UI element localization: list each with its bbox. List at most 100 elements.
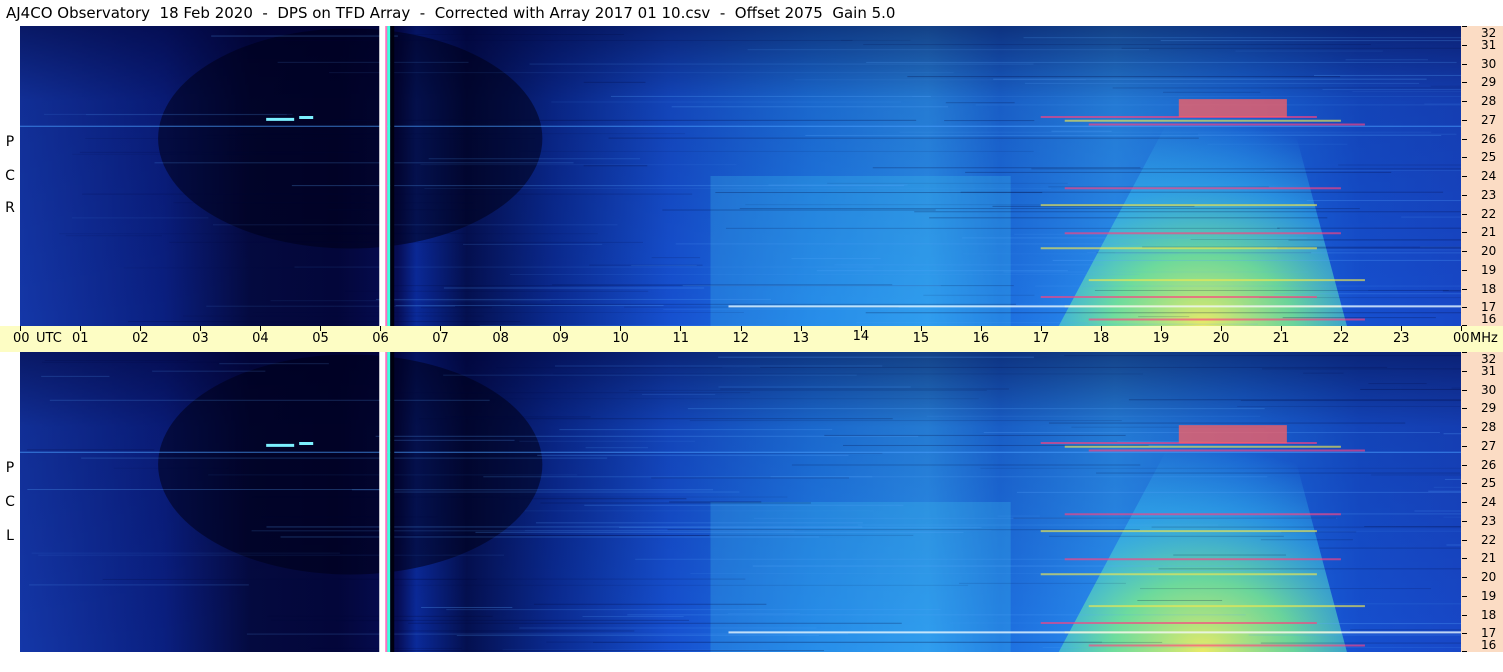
rfi-stripe: [929, 217, 1328, 219]
rfi-stripe: [72, 217, 209, 219]
freq-tick-label: 21: [1481, 551, 1497, 566]
time-tick-label: 04: [252, 331, 269, 346]
freq-tick: [1462, 352, 1467, 353]
rfi-stripe: [1260, 539, 1353, 541]
rfi-stripe: [375, 435, 919, 437]
spot-signal: [299, 442, 314, 445]
freq-tick: [1462, 483, 1467, 485]
rfi-stripe: [1163, 91, 1261, 93]
time-tick-label: 05: [312, 331, 329, 346]
rfi-stripe: [551, 101, 902, 103]
freq-tick: [1462, 307, 1467, 309]
spectrogram-svg: [20, 352, 1461, 652]
gap-edge-magenta: [385, 26, 388, 326]
rfi-stripe: [689, 420, 1122, 422]
rfi-stripe: [475, 531, 964, 533]
time-tick-label: 14: [852, 329, 870, 344]
rfi-stripe: [926, 415, 1261, 417]
rfi-stripe: [65, 235, 162, 237]
freq-tick-label: 25: [1481, 476, 1497, 491]
rfi-stripe: [510, 274, 1140, 276]
rcp-label-c: C: [5, 168, 15, 184]
rfi-stripe: [1282, 317, 1436, 319]
time-tick-label: 01: [72, 331, 89, 346]
rfi-stripe: [663, 308, 925, 310]
rfi-stripe: [1024, 82, 1420, 84]
rfi-stripe: [519, 440, 696, 442]
rfi-stripe: [351, 489, 714, 491]
rfi-stripe: [540, 502, 811, 504]
freq-tick-label: 30: [1481, 382, 1497, 397]
rfi-stripe: [1031, 168, 1461, 170]
rfi-stripe: [420, 307, 492, 309]
freq-tick: [1462, 633, 1467, 635]
signal-line: [1088, 279, 1365, 282]
rfi-stripe: [421, 606, 513, 608]
rfi-stripe: [1338, 164, 1461, 166]
time-tick-label: 08: [492, 331, 509, 346]
freq-tick-label: 27: [1481, 112, 1497, 127]
freq-tick: [1462, 26, 1467, 27]
emission-cluster: [1178, 425, 1287, 444]
freq-tick-label: 29: [1481, 75, 1497, 90]
rfi-stripe: [1277, 227, 1461, 229]
rfi-stripe: [524, 510, 874, 512]
rfi-stripe: [44, 360, 188, 362]
freq-tick: [1462, 408, 1467, 410]
rfi-stripe: [997, 515, 1040, 517]
lcp-spectrogram: [20, 352, 1461, 652]
rfi-stripe: [428, 158, 641, 160]
rfi-stripe: [1430, 85, 1461, 87]
rfi-stripe: [275, 39, 853, 41]
time-tick-label: 20: [1212, 331, 1230, 346]
rfi-stripe: [725, 227, 1280, 229]
rfi-stripe: [856, 322, 1089, 324]
rfi-stripe: [1322, 88, 1461, 90]
signal-line: [1064, 187, 1341, 190]
rfi-stripe: [29, 584, 249, 586]
rfi-stripe: [651, 477, 850, 479]
rfi-stripe: [1255, 249, 1461, 251]
rfi-stripe: [274, 34, 624, 36]
spectrogram-svg: [20, 26, 1461, 326]
midday-glow: [710, 176, 1011, 326]
freq-tick: [1462, 63, 1467, 65]
rfi-stripe: [1319, 547, 1461, 549]
rfi-stripe: [1360, 388, 1461, 390]
freq-tick: [1462, 427, 1467, 428]
time-tick-label: 09: [552, 331, 569, 346]
freq-tick-label: 24: [1481, 169, 1497, 183]
rcp-label-p: P: [5, 134, 15, 150]
freq-tick: [1462, 464, 1467, 466]
freq-tick: [1462, 269, 1467, 271]
signal-line: [1040, 530, 1317, 533]
freq-tick: [1462, 251, 1467, 252]
rfi-stripe: [332, 119, 917, 121]
rfi-stripe: [1443, 433, 1461, 435]
freq-tick-label: 19: [1481, 262, 1497, 277]
rfi-stripe: [728, 613, 800, 615]
rfi-stripe: [463, 243, 603, 245]
signal-line: [1088, 644, 1365, 647]
gap-edge-cyan: [387, 26, 391, 326]
rfi-stripe: [747, 49, 1149, 51]
freq-tick: [1462, 539, 1467, 541]
freq-tick-label: 26: [1481, 131, 1497, 146]
rfi-stripe: [993, 78, 1427, 80]
rfi-stripe: [1016, 491, 1461, 493]
rfi-stripe: [524, 530, 992, 532]
utc-unit-label: UTC: [36, 331, 62, 346]
freq-tick-label: 28: [1481, 94, 1497, 108]
rfi-stripe: [250, 554, 443, 556]
rfi-stripe: [1264, 169, 1461, 171]
rfi-stripe: [1401, 216, 1461, 218]
freq-tick: [1462, 445, 1467, 447]
signal-line: [1064, 445, 1341, 448]
time-tick-label: 19: [1152, 331, 1170, 346]
rfi-stripe: [329, 72, 954, 74]
freq-tick-label: 18: [1481, 281, 1497, 296]
time-tick-label: 02: [132, 331, 149, 346]
rfi-stripe: [1052, 259, 1461, 261]
rfi-stripe: [446, 609, 941, 611]
rfi-stripe: [739, 208, 1360, 210]
